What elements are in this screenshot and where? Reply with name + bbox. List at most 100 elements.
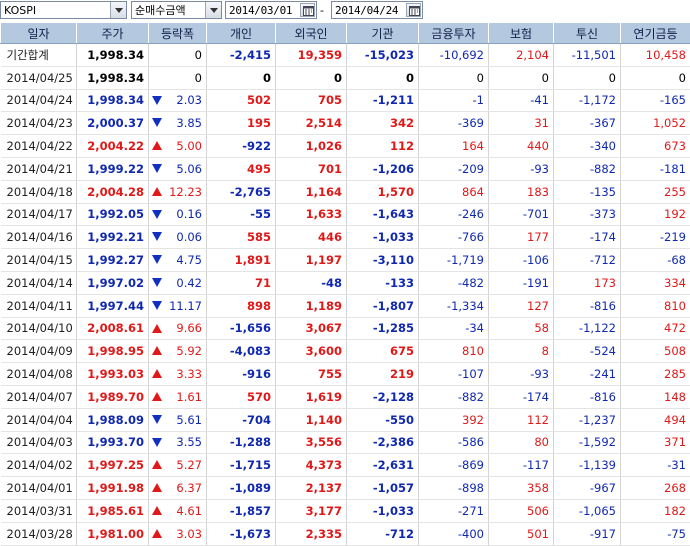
- row-date: 2014/04/25: [1, 66, 77, 89]
- summary-change: 0: [149, 44, 207, 67]
- row-foreign: 1,633: [276, 203, 347, 226]
- triangle-down-icon: [152, 255, 162, 264]
- table-row[interactable]: 2014/04/161,992.210.06585446-1,033-76617…: [1, 226, 690, 249]
- table-row[interactable]: 2014/04/071,989.701.615701,619-2,128-882…: [1, 385, 690, 408]
- col-header-date[interactable]: 일자: [1, 23, 77, 44]
- row-investment-trust: -967: [554, 477, 621, 500]
- row-change: 6.37: [149, 477, 207, 500]
- row-financial-investment: 164: [419, 135, 489, 158]
- market-select[interactable]: KOSPI: [0, 1, 127, 19]
- row-price: 1,993.03: [77, 363, 149, 386]
- table-row[interactable]: 2014/04/041,988.095.61-7041,140-55039211…: [1, 408, 690, 431]
- row-change-value: 3.03: [176, 527, 202, 541]
- row-financial-investment: -1,334: [419, 294, 489, 317]
- row-price: 1,998.34: [77, 66, 149, 89]
- row-date: 2014/04/18: [1, 180, 77, 203]
- row-foreign: 2,335: [276, 522, 347, 545]
- col-header-individual[interactable]: 개인: [207, 23, 276, 44]
- row-institution: -1,033: [347, 499, 419, 522]
- row-individual: 585: [207, 226, 276, 249]
- row-date: 2014/04/11: [1, 294, 77, 317]
- table-row[interactable]: 2014/04/091,998.955.92-4,0833,6006758108…: [1, 340, 690, 363]
- row-individual: 1,891: [207, 249, 276, 272]
- row-insurance: 0: [489, 66, 554, 89]
- table-row[interactable]: 2014/04/102,008.619.66-1,6563,067-1,285-…: [1, 317, 690, 340]
- row-change-value: 5.92: [176, 344, 202, 358]
- table-row[interactable]: 2014/03/281,981.003.03-1,6732,335-712-40…: [1, 522, 690, 545]
- row-financial-investment: -766: [419, 226, 489, 249]
- row-date: 2014/04/08: [1, 363, 77, 386]
- row-financial-investment: -271: [419, 499, 489, 522]
- col-header-insurance[interactable]: 보험: [489, 23, 554, 44]
- col-header-pension-funds[interactable]: 연기금등: [621, 23, 690, 44]
- row-price: 1,988.09: [77, 408, 149, 431]
- row-financial-investment: -246: [419, 203, 489, 226]
- row-financial-investment: 864: [419, 180, 489, 203]
- row-financial-investment: -107: [419, 363, 489, 386]
- triangle-up-icon: [152, 187, 162, 196]
- table-row[interactable]: 2014/03/311,985.614.61-1,8573,177-1,033-…: [1, 499, 690, 522]
- row-pension-funds: 268: [621, 477, 690, 500]
- row-insurance: -117: [489, 454, 554, 477]
- chevron-down-icon[interactable]: [110, 2, 126, 18]
- row-investment-trust: -367: [554, 112, 621, 135]
- row-foreign: 2,514: [276, 112, 347, 135]
- row-investment-trust: -1,122: [554, 317, 621, 340]
- col-header-institution[interactable]: 기관: [347, 23, 419, 44]
- table-row[interactable]: 2014/04/211,999.225.06495701-1,206-209-9…: [1, 157, 690, 180]
- row-change: 9.66: [149, 317, 207, 340]
- table-row[interactable]: 2014/04/021,997.255.27-1,7154,373-2,631-…: [1, 454, 690, 477]
- start-date-field[interactable]: 2014/03/01: [225, 1, 317, 19]
- calendar-icon[interactable]: [406, 3, 421, 17]
- end-date-field[interactable]: 2014/04/24: [331, 1, 423, 19]
- row-institution: -2,128: [347, 385, 419, 408]
- row-foreign: 0: [276, 66, 347, 89]
- row-institution: -1,033: [347, 226, 419, 249]
- table-row[interactable]: 2014/04/081,993.033.33-916755219-107-93-…: [1, 363, 690, 386]
- row-change-value: 9.66: [176, 321, 202, 335]
- table-row[interactable]: 2014/04/222,004.225.00-9221,026112164440…: [1, 135, 690, 158]
- row-foreign: 1,164: [276, 180, 347, 203]
- row-change-value: 4.75: [176, 253, 202, 267]
- triangle-up-icon: [152, 460, 162, 469]
- row-institution: -1,211: [347, 89, 419, 112]
- row-change-value: 6.37: [176, 481, 202, 495]
- table-row[interactable]: 2014/04/111,997.4411.178981,189-1,807-1,…: [1, 294, 690, 317]
- table-row[interactable]: 2014/04/241,998.342.03502705-1,211-1-41-…: [1, 89, 690, 112]
- chevron-down-icon[interactable]: [205, 2, 221, 18]
- table-row[interactable]: 2014/04/232,000.373.851952,514342-36931-…: [1, 112, 690, 135]
- row-price: 2,004.28: [77, 180, 149, 203]
- row-financial-investment: -898: [419, 477, 489, 500]
- end-date-value: 2014/04/24: [335, 4, 398, 17]
- row-financial-investment: -1: [419, 89, 489, 112]
- row-financial-investment: -882: [419, 385, 489, 408]
- col-header-change[interactable]: 등락폭: [149, 23, 207, 44]
- row-individual: 898: [207, 294, 276, 317]
- table-row[interactable]: 2014/04/151,992.274.751,8911,197-3,110-1…: [1, 249, 690, 272]
- row-pension-funds: 182: [621, 499, 690, 522]
- row-pension-funds: 371: [621, 431, 690, 454]
- table-row[interactable]: 2014/04/251,998.3400000000: [1, 66, 690, 89]
- calendar-icon[interactable]: [300, 3, 315, 17]
- summary-row[interactable]: 기간합계 1,998.34 0 -2,415 19,359 -15,023 -1…: [1, 44, 690, 67]
- col-header-foreign[interactable]: 외국인: [276, 23, 347, 44]
- row-change: 3.03: [149, 522, 207, 545]
- table-row[interactable]: 2014/04/011,991.986.37-1,0892,137-1,057-…: [1, 477, 690, 500]
- triangle-up-icon: [152, 506, 162, 515]
- row-foreign: 701: [276, 157, 347, 180]
- table-row[interactable]: 2014/04/031,993.703.55-1,2883,556-2,386-…: [1, 431, 690, 454]
- table-row[interactable]: 2014/04/182,004.2812.23-2,7651,1641,5708…: [1, 180, 690, 203]
- row-investment-trust: -340: [554, 135, 621, 158]
- row-date: 2014/03/28: [1, 522, 77, 545]
- col-header-financial-investment[interactable]: 금융투자: [419, 23, 489, 44]
- row-institution: 0: [347, 66, 419, 89]
- row-investment-trust: -1,172: [554, 89, 621, 112]
- row-pension-funds: 334: [621, 271, 690, 294]
- col-header-price[interactable]: 주가: [77, 23, 149, 44]
- col-header-investment-trust[interactable]: 투신: [554, 23, 621, 44]
- table-row[interactable]: 2014/04/141,997.020.4271-48-133-482-1911…: [1, 271, 690, 294]
- table-row[interactable]: 2014/04/171,992.050.16-551,633-1,643-246…: [1, 203, 690, 226]
- row-foreign: 3,556: [276, 431, 347, 454]
- amount-type-select[interactable]: 순매수금액: [131, 1, 222, 19]
- row-change: 3.55: [149, 431, 207, 454]
